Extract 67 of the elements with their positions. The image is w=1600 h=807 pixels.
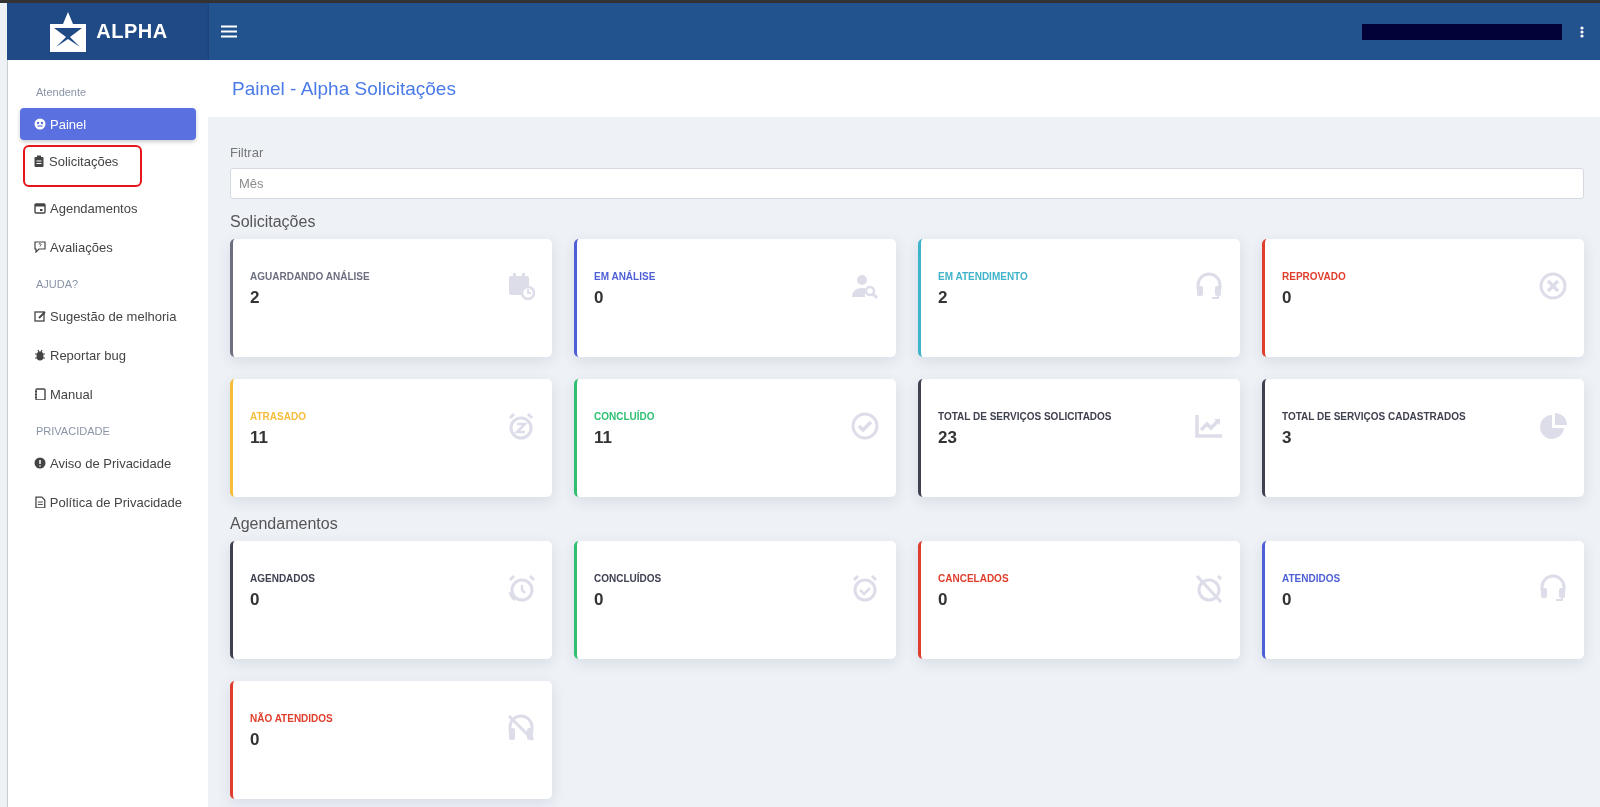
stat-value: 0 xyxy=(1282,288,1293,308)
sidebar-item[interactable]: Reportar bug xyxy=(20,339,196,371)
document-icon xyxy=(34,496,46,508)
dashboard-icon xyxy=(34,118,46,130)
clipboard-icon xyxy=(33,155,45,167)
alarm-check-icon xyxy=(850,573,880,603)
headset-icon xyxy=(1538,573,1568,603)
close-circle-icon xyxy=(1538,271,1568,301)
alarm-clock-icon xyxy=(506,573,536,603)
stat-label: EM ATENDIMENTO xyxy=(938,271,1029,282)
menu-icon[interactable] xyxy=(221,25,237,38)
sidebar-section-title: Atendente xyxy=(35,85,88,100)
stat-label: TOTAL DE SERVIÇOS SOLICITADOS xyxy=(938,411,1113,422)
section-title: Agendamentos xyxy=(230,515,339,533)
alarm-off-icon xyxy=(1194,573,1224,603)
stat-value: 0 xyxy=(594,590,605,610)
star-logo-icon xyxy=(48,11,89,52)
pie-chart-icon xyxy=(1538,411,1568,441)
stat-value: 2 xyxy=(250,288,261,308)
sidebar-item[interactable]: Solicitações xyxy=(25,147,140,185)
sidebar-item[interactable]: Painel xyxy=(20,108,196,140)
stat-value: 11 xyxy=(594,428,613,448)
stat-value: 0 xyxy=(1282,590,1293,610)
sidebar-section-title: PRIVACIDADE xyxy=(35,424,111,439)
snooze-alarm-icon xyxy=(506,411,536,441)
stat-value: 0 xyxy=(250,730,261,750)
stat-label: CANCELADOS xyxy=(938,573,1010,584)
logo-text: ALPHA xyxy=(96,20,168,43)
stat-value: 11 xyxy=(250,428,269,448)
bug-icon xyxy=(34,349,46,361)
stat-label: CONCLUÍDOS xyxy=(594,573,663,584)
chat-question-icon xyxy=(34,241,46,253)
stat-label: TOTAL DE SERVIÇOS CADASTRADOS xyxy=(1282,411,1467,422)
more-options-icon[interactable] xyxy=(1580,25,1584,38)
sidebar-section-title: AJUDA? xyxy=(35,277,80,292)
calendar-icon xyxy=(34,202,46,214)
stat-value: 23 xyxy=(938,428,958,448)
filter-label: Filtrar xyxy=(230,145,265,160)
sidebar-item[interactable]: Política de Privacidade xyxy=(20,486,196,518)
stat-label: AGUARDANDO ANÁLISE xyxy=(250,271,371,282)
sidebar-item[interactable]: Manual xyxy=(20,378,196,410)
stat-label: AGENDADOS xyxy=(250,573,316,584)
stat-label: EM ANÁLISE xyxy=(594,271,657,282)
stat-label: REPROVADO xyxy=(1282,271,1347,282)
stat-label: CONCLUÍDO xyxy=(594,411,656,422)
sidebar-item[interactable]: Aviso de Privacidade xyxy=(20,447,196,479)
section-title: Solicitações xyxy=(230,213,317,231)
headset-icon xyxy=(1194,271,1224,301)
stat-value: 0 xyxy=(594,288,605,308)
edit-icon xyxy=(34,310,46,322)
stat-value: 3 xyxy=(1282,428,1293,448)
notebook-icon xyxy=(34,388,46,400)
sidebar-item[interactable]: Sugestão de melhoria xyxy=(20,300,196,332)
month-input-field[interactable]: Mês xyxy=(230,168,1584,199)
sidebar-item[interactable]: Agendamentos xyxy=(20,192,196,224)
stat-value: 2 xyxy=(938,288,949,308)
stat-value: 0 xyxy=(250,590,261,610)
stat-label: NÃO ATENDIDOS xyxy=(250,713,334,724)
stat-label: ATENDIDOS xyxy=(1282,573,1342,584)
page-title: Painel - Alpha Solicitações xyxy=(232,77,456,100)
calendar-clock-icon xyxy=(506,271,536,301)
sidebar-item[interactable]: Avaliações xyxy=(20,231,196,263)
check-circle-icon xyxy=(850,411,880,441)
exclamation-circle-icon xyxy=(34,457,46,469)
headset-off-icon xyxy=(506,713,536,743)
stat-label: ATRASADO xyxy=(250,411,307,422)
stat-value: 0 xyxy=(938,590,949,610)
